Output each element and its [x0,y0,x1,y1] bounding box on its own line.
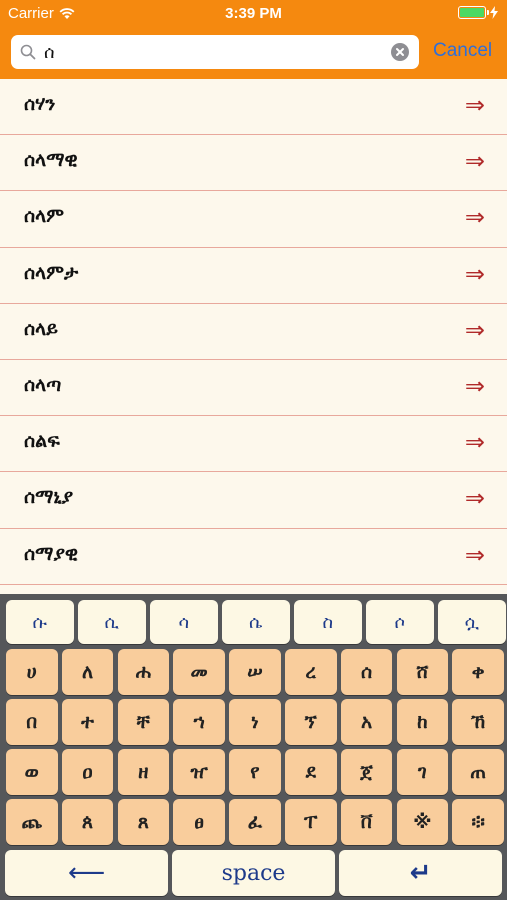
battery-indicator [458,6,498,19]
letter-key[interactable]: ቸ [117,699,170,745]
backspace-key[interactable]: ⟵ [5,850,168,896]
letter-key[interactable]: ዐ [61,749,114,795]
letter-key[interactable]: ጠ [452,749,504,795]
letter-key[interactable]: ፀ [173,799,225,845]
letter-key[interactable]: ፨ [452,799,504,845]
list-item[interactable]: ሰማኒያ ⇒ [0,472,507,529]
list-item[interactable]: ሰላጣ ⇒ [0,360,507,417]
letter-key[interactable]: ሀ [6,649,58,695]
letter-key[interactable]: ዠ [173,749,225,795]
letter-key[interactable]: ኘ [285,699,337,745]
letter-key[interactable]: ጰ [61,799,114,845]
search-input[interactable] [44,38,384,66]
letter-key[interactable]: ጸ [117,799,170,845]
letter-key[interactable]: ጨ [6,799,58,845]
list-item-label: ሰላማዊ [24,149,78,172]
vowel-key[interactable]: ስ [294,600,362,644]
double-arrow-right-icon: ⇒ [464,147,485,176]
letter-key[interactable]: ፐ [285,799,337,845]
double-arrow-right-icon: ⇒ [464,371,485,400]
vowel-key[interactable]: ሷ [438,600,506,644]
vowel-key[interactable]: ሱ [6,600,74,644]
vowel-key[interactable]: ሲ [78,600,146,644]
list-item-label: ሰማያዊ [24,542,78,565]
list-item-label: ሰላምታ [24,261,79,284]
search-header: Carrier 3:39 PM ሰ Cancel [0,0,507,79]
double-arrow-right-icon: ⇒ [464,540,485,569]
letter-key[interactable]: ※ [396,799,449,845]
list-item[interactable]: ሰላይ ⇒ [0,304,507,360]
double-arrow-right-icon: ⇒ [464,259,485,288]
letter-key[interactable]: ዘ [117,749,170,795]
vowel-key[interactable]: ሶ [366,600,434,644]
search-icon [20,44,36,60]
letter-key[interactable]: ኀ [173,699,225,745]
letter-key[interactable]: ቀ [452,649,504,695]
clear-search-icon[interactable] [391,43,409,61]
status-time: 3:39 PM [225,5,282,22]
list-item-label: ሰላም [24,205,64,228]
vowel-key[interactable]: ሴ [222,600,290,644]
list-item[interactable]: ሰላም ⇒ [0,191,507,248]
space-key-label: space [221,860,286,886]
charging-bolt-icon [490,6,498,19]
double-arrow-right-icon: ⇒ [464,484,485,513]
search-bar[interactable] [11,35,419,69]
return-key[interactable]: ↵ [339,850,502,896]
list-item-label: ሰላይ [24,317,58,340]
list-item[interactable]: ሰሃን ⇒ [0,79,507,136]
list-item-label: ሰማኒያ [24,486,74,509]
letter-key[interactable]: ደ [285,749,337,795]
list-item-label: ሰልፍ [24,430,60,453]
letter-key[interactable]: አ [340,699,393,745]
list-item[interactable]: ሰልፍ ⇒ [0,416,507,473]
geez-keyboard: ⟵ space ↵ ሱሲሳሴስሶሷ ሀለሐመሠረሰሸቀ በተቸኀነኘአከኸ ወዐዘዠየ… [0,594,507,900]
list-item[interactable]: ሰላማዊ ⇒ [0,135,507,192]
letter-key[interactable]: ረ [285,649,337,695]
return-arrow-icon: ↵ [409,858,432,888]
letter-key[interactable]: ሰ [340,649,393,695]
status-bar: Carrier 3:39 PM [0,0,507,28]
double-arrow-right-icon: ⇒ [464,315,485,344]
letter-key[interactable]: ሠ [229,649,281,695]
letter-key[interactable]: ተ [61,699,114,745]
letter-key[interactable]: ኸ [452,699,504,745]
battery-level-fill [460,8,484,17]
results-list: ሰሃን ⇒ ሰላማዊ ⇒ ሰላም ⇒ ሰላምታ ⇒ ሰላይ ⇒ ሰላጣ ⇒ ሰል… [0,79,507,594]
double-arrow-right-icon: ⇒ [464,203,485,232]
letter-key[interactable]: በ [6,699,58,745]
double-arrow-right-icon: ⇒ [464,428,485,457]
battery-icon [458,6,489,19]
letter-key[interactable]: ሐ [117,649,170,695]
letter-key[interactable]: ሸ [396,649,449,695]
cancel-button[interactable]: Cancel [433,40,492,62]
letter-key[interactable]: ወ [6,749,58,795]
letter-key[interactable]: ነ [229,699,281,745]
backspace-arrow-icon: ⟵ [67,858,106,888]
letter-key[interactable]: ለ [61,649,114,695]
letter-key[interactable]: ቨ [340,799,393,845]
letter-key[interactable]: የ [229,749,281,795]
list-item-label: ሰሃን [24,93,56,115]
list-item[interactable]: ሰማያዊ ⇒ [0,529,507,585]
letter-key[interactable]: ፈ [229,799,281,845]
double-arrow-right-icon: ⇒ [464,91,485,119]
letter-key[interactable]: ጀ [340,749,393,795]
letter-key[interactable]: ገ [396,749,449,795]
letter-key[interactable]: መ [173,649,225,695]
list-item-label: ሰላጣ [24,373,62,396]
list-item[interactable]: ሰላምታ ⇒ [0,248,507,304]
space-key[interactable]: space [172,850,335,896]
vowel-key[interactable]: ሳ [150,600,218,644]
letter-key[interactable]: ከ [396,699,449,745]
